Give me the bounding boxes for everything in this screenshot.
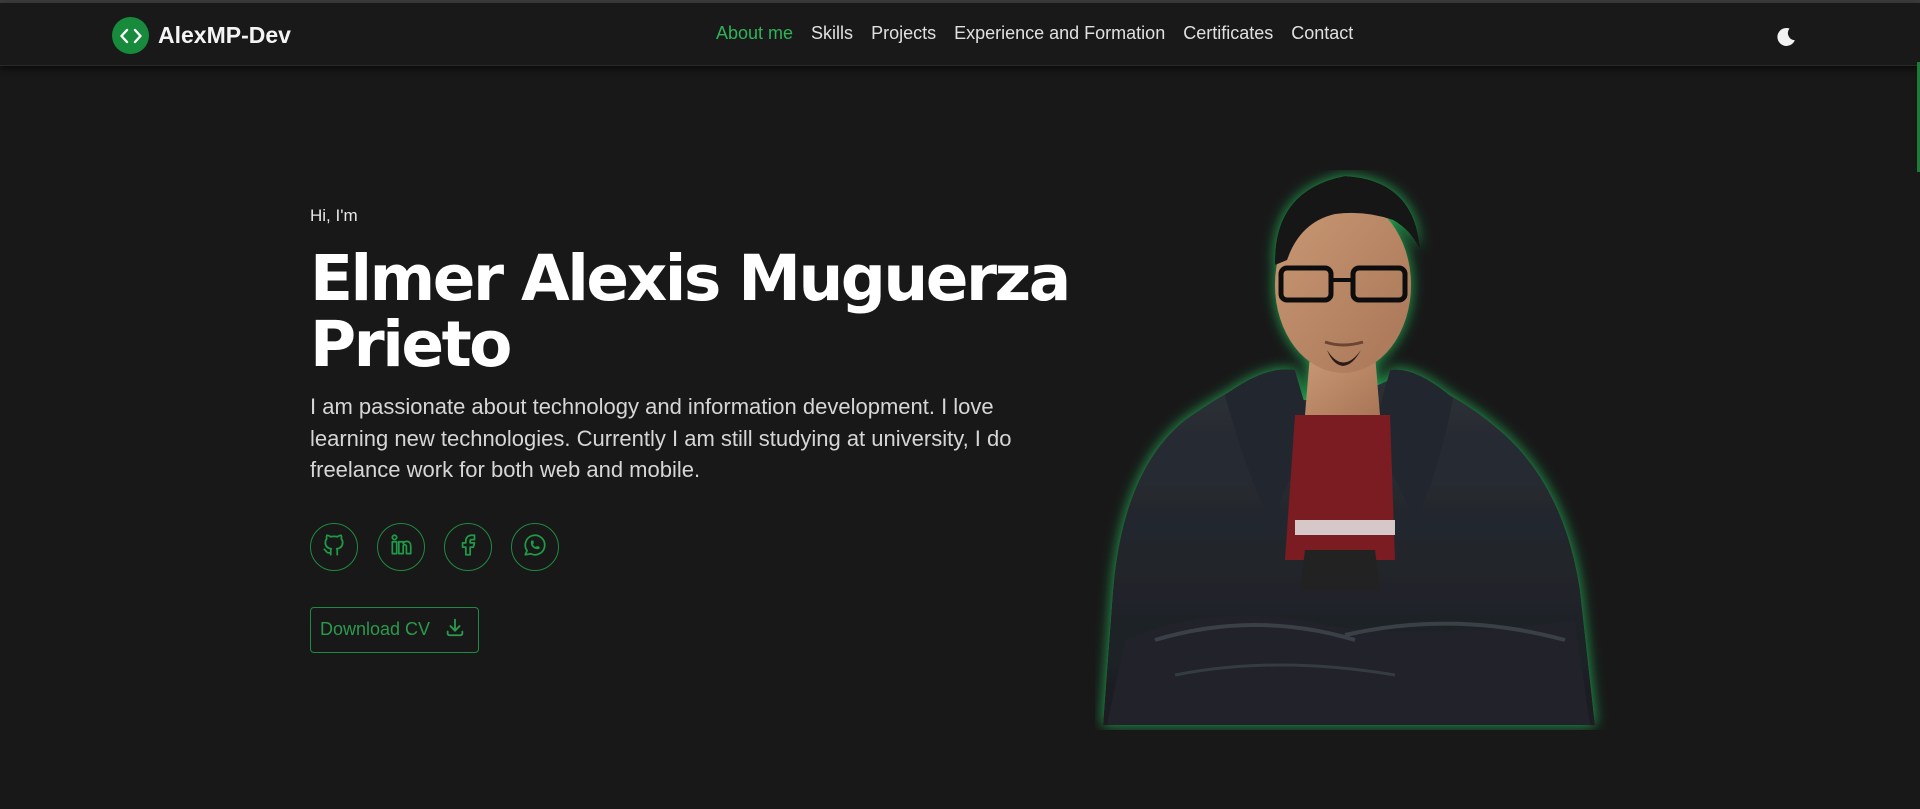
profile-photo	[1095, 170, 1615, 730]
download-icon	[430, 616, 466, 643]
whatsapp-link[interactable]	[511, 522, 559, 571]
download-cv-button[interactable]: Download CV	[310, 606, 480, 653]
nav-projects[interactable]: Projects	[871, 23, 936, 44]
social-links	[310, 522, 1070, 571]
nav-skills[interactable]: Skills	[811, 23, 853, 44]
linkedin-link[interactable]	[377, 522, 425, 571]
nav-certificates[interactable]: Certificates	[1183, 23, 1273, 44]
hero-section: Hi, I'm Elmer Alexis Muguerza Prieto I a…	[310, 206, 1071, 653]
facebook-icon	[455, 532, 481, 562]
brand-name: AlexMP-Dev	[158, 22, 291, 48]
facebook-link[interactable]	[444, 522, 492, 571]
linkedin-icon	[388, 532, 414, 562]
greeting-text: Hi, I'm	[310, 206, 358, 225]
github-link[interactable]	[310, 522, 358, 571]
hero-description: I am passionate about technology and inf…	[310, 394, 1012, 482]
brand-logo[interactable]: AlexMP-Dev	[112, 17, 291, 54]
moon-icon[interactable]	[1775, 26, 1797, 48]
code-brackets-icon	[112, 17, 149, 54]
nav-contact[interactable]: Contact	[1291, 23, 1353, 44]
main-nav: About me Skills Projects Experience and …	[716, 23, 1371, 44]
github-icon	[321, 532, 347, 562]
navbar: AlexMP-Dev About me Skills Projects Expe…	[0, 3, 1920, 66]
nav-experience-and-formation[interactable]: Experience and Formation	[954, 23, 1165, 44]
hero-name: Elmer Alexis Muguerza Prieto	[310, 242, 1071, 381]
download-cv-label: Download CV	[320, 619, 431, 639]
whatsapp-icon	[522, 532, 548, 562]
nav-about-me[interactable]: About me	[716, 23, 793, 44]
